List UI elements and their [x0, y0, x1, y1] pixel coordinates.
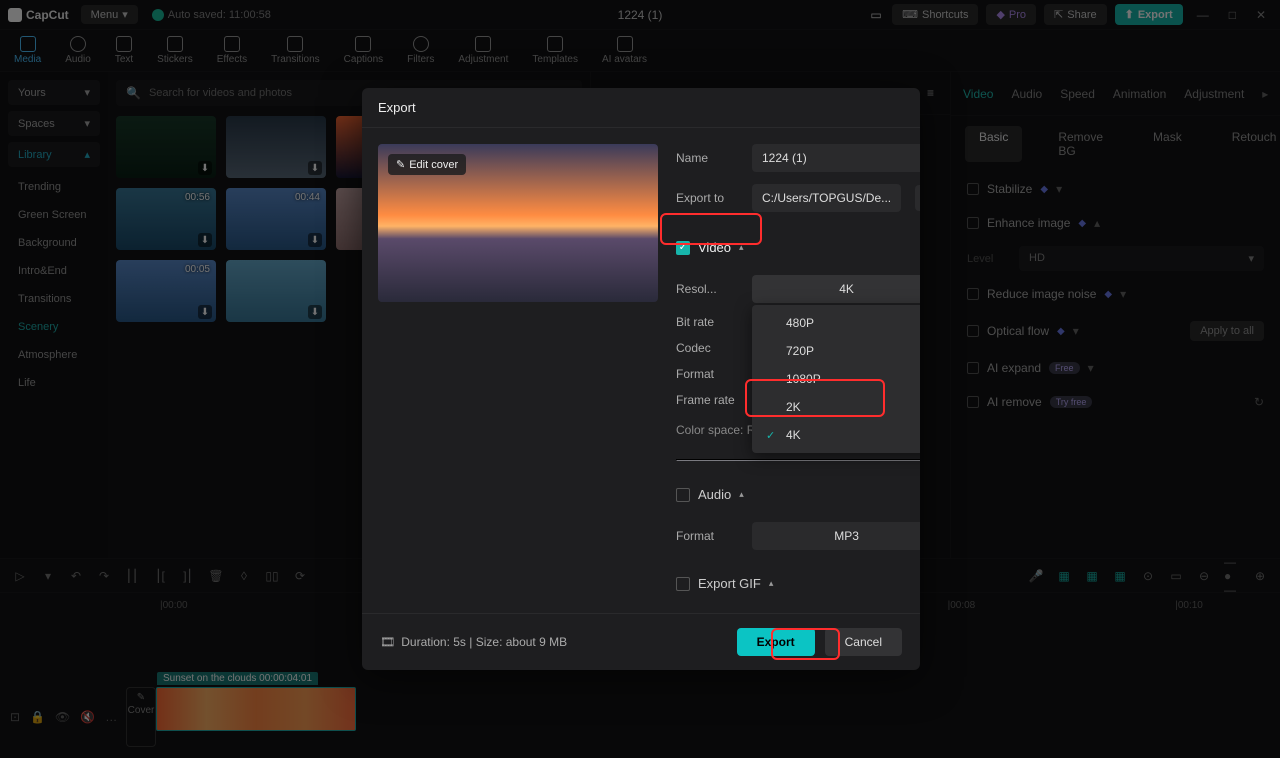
name-row: Name 1224 (1): [676, 144, 920, 172]
video-section-toggle[interactable]: ✓ Video ▴: [676, 232, 920, 263]
res-option-2k[interactable]: 2K: [752, 393, 920, 421]
export-form: Name 1224 (1) Export to C:/Users/TOPGUS/…: [676, 144, 920, 597]
export-confirm-button[interactable]: Export: [737, 628, 815, 656]
chevron-up-icon: ▴: [739, 242, 744, 253]
exportto-input[interactable]: C:/Users/TOPGUS/De...: [752, 184, 901, 212]
res-option-720p[interactable]: 720P: [752, 337, 920, 365]
export-preview: ✎ Edit cover: [378, 144, 658, 302]
audio-section-toggle[interactable]: Audio ▴: [676, 479, 920, 510]
duration-info: 🎞 Duration: 5s | Size: about 9 MB: [380, 635, 567, 649]
footer-buttons: Export Cancel: [737, 628, 902, 656]
pencil-icon: ✎: [396, 158, 405, 171]
cancel-button[interactable]: Cancel: [825, 628, 902, 656]
audio-format-select[interactable]: MP3▾: [752, 522, 920, 550]
modal-footer: 🎞 Duration: 5s | Size: about 9 MB Export…: [362, 613, 920, 670]
chevron-up-icon: ▴: [739, 489, 744, 500]
check-icon: ✓: [766, 429, 778, 442]
modal-title: Export: [362, 88, 920, 128]
export-modal: Export ✎ Edit cover Name 1224 (1) Export…: [362, 88, 920, 670]
resolution-select[interactable]: 4K ▴ 480P 720P 1080P 2K ✓4K: [752, 275, 920, 303]
browse-folder-button[interactable]: 🗀: [915, 185, 920, 211]
audio-format-row: Format MP3▾: [676, 522, 920, 550]
chevron-up-icon: ▴: [769, 578, 774, 589]
film-icon: 🎞: [380, 635, 395, 649]
exportto-row: Export to C:/Users/TOPGUS/De... 🗀: [676, 184, 920, 212]
checkbox-icon[interactable]: [676, 577, 690, 591]
res-option-1080p[interactable]: 1080P: [752, 365, 920, 393]
checkbox-icon[interactable]: [676, 488, 690, 502]
edit-cover-button[interactable]: ✎ Edit cover: [388, 154, 466, 175]
gif-section-toggle[interactable]: Export GIF ▴: [676, 568, 920, 599]
name-input[interactable]: 1224 (1): [752, 144, 920, 172]
resolution-row: Resol... 4K ▴ 480P 720P 1080P 2K ✓4K: [676, 275, 920, 303]
res-option-480p[interactable]: 480P: [752, 309, 920, 337]
checkbox-checked-icon[interactable]: ✓: [676, 241, 690, 255]
modal-body: ✎ Edit cover Name 1224 (1) Export to C:/…: [362, 128, 920, 613]
resolution-dropdown-menu: 480P 720P 1080P 2K ✓4K: [752, 305, 920, 453]
res-option-4k[interactable]: ✓4K: [752, 421, 920, 449]
